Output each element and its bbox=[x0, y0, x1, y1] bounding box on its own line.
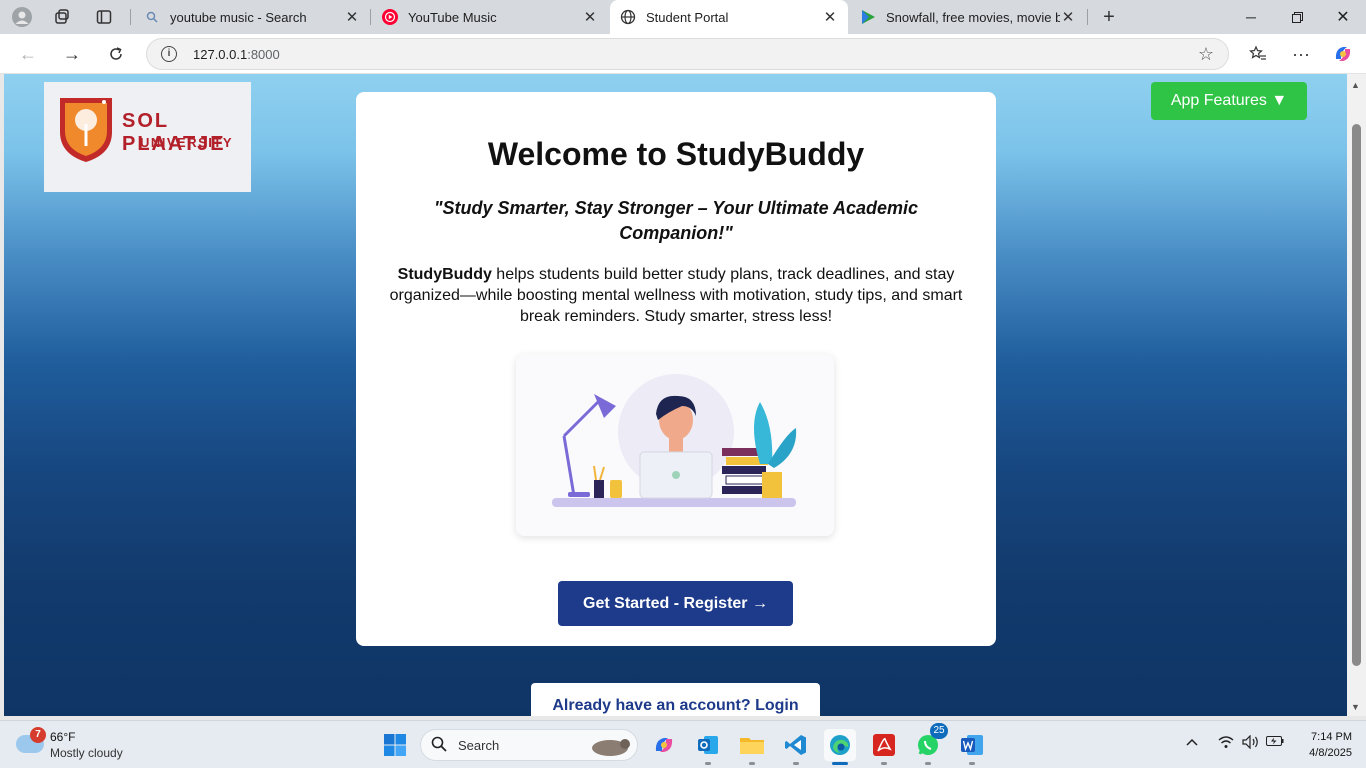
close-tab-icon[interactable]: ✕ bbox=[344, 8, 360, 26]
youtube-music-icon bbox=[382, 9, 398, 25]
logo-line2: UNIVERSITY bbox=[140, 135, 234, 150]
address-bar[interactable]: i 127.0.0.1:8000 ☆ bbox=[146, 38, 1229, 70]
file-explorer-icon[interactable] bbox=[736, 729, 768, 765]
running-indicator bbox=[793, 762, 799, 765]
running-indicator bbox=[705, 762, 711, 765]
favorites-icon[interactable] bbox=[1246, 42, 1270, 66]
search-highlight-icon bbox=[592, 739, 630, 756]
welcome-card: Welcome to StudyBuddy "Study Smarter, St… bbox=[356, 92, 996, 646]
tab-separator bbox=[370, 9, 371, 25]
tab-student-portal[interactable]: Student Portal ✕ bbox=[610, 0, 848, 34]
scroll-down-icon[interactable]: ▼ bbox=[1351, 702, 1360, 712]
running-indicator bbox=[925, 762, 931, 765]
running-indicator bbox=[969, 762, 975, 765]
tab-title: YouTube Music bbox=[408, 9, 497, 25]
show-hidden-icons-icon[interactable] bbox=[1186, 735, 1198, 750]
close-tab-icon[interactable]: ✕ bbox=[582, 8, 598, 26]
taskbar-search[interactable]: Search bbox=[420, 729, 638, 761]
login-link[interactable]: Already have an account? Login bbox=[531, 697, 820, 715]
get-started-register-button[interactable]: Get Started - Register → bbox=[558, 581, 793, 626]
tab-youtube-music-search[interactable]: youtube music - Search ✕ bbox=[134, 0, 370, 34]
search-label: Search bbox=[458, 738, 500, 753]
url-text: 127.0.0.1:8000 bbox=[193, 47, 280, 62]
profile-icon[interactable] bbox=[12, 7, 32, 27]
whatsapp-badge: 25 bbox=[930, 723, 948, 739]
tab-separator bbox=[130, 9, 131, 25]
copilot-icon[interactable] bbox=[1331, 42, 1355, 66]
new-tab-icon[interactable]: + bbox=[1099, 6, 1119, 28]
close-window-icon[interactable]: ✕ bbox=[1320, 0, 1366, 34]
shield-logo-icon bbox=[60, 98, 112, 162]
site-info-icon[interactable]: i bbox=[161, 46, 177, 62]
search-icon bbox=[431, 736, 447, 756]
running-indicator bbox=[749, 762, 755, 765]
page-scrollbar[interactable]: ▲ ▼ bbox=[1347, 74, 1366, 716]
volume-icon[interactable] bbox=[1242, 734, 1260, 752]
tab-strip: youtube music - Search ✕ YouTube Music ✕… bbox=[0, 0, 1366, 34]
close-tab-icon[interactable]: ✕ bbox=[1060, 8, 1076, 26]
wifi-icon[interactable] bbox=[1218, 735, 1234, 752]
page-title: Welcome to StudyBuddy bbox=[487, 136, 865, 172]
scroll-up-icon[interactable]: ▲ bbox=[1351, 80, 1360, 90]
tagline: "Study Smarter, Stay Stronger – Your Ult… bbox=[433, 198, 919, 243]
clock-time: 7:14 PM bbox=[1311, 731, 1352, 743]
weather-badge: 7 bbox=[30, 727, 46, 743]
vertical-tabs-icon[interactable] bbox=[94, 7, 114, 27]
weather-widget[interactable]: 7 66°F Mostly cloudy bbox=[16, 727, 166, 763]
forward-icon[interactable]: → bbox=[60, 42, 84, 66]
back-icon[interactable]: ← bbox=[16, 42, 40, 66]
description: StudyBuddy helps students build better s… bbox=[384, 264, 968, 327]
study-illustration bbox=[516, 354, 834, 536]
weather-condition: Mostly cloudy bbox=[50, 746, 123, 760]
tab-title: Snowfall, free movies, movie box, bbox=[886, 9, 1060, 25]
outlook-icon[interactable] bbox=[692, 729, 724, 765]
start-icon[interactable] bbox=[379, 729, 411, 761]
tab-title: Student Portal bbox=[646, 9, 729, 25]
tab-separator bbox=[1087, 9, 1088, 25]
login-panel: Already have an account? Login bbox=[531, 683, 820, 716]
reload-icon[interactable] bbox=[104, 42, 128, 66]
battery-icon[interactable] bbox=[1266, 735, 1284, 750]
temperature: 66°F bbox=[50, 730, 76, 744]
running-indicator bbox=[881, 762, 887, 765]
clock-date: 4/8/2025 bbox=[1309, 747, 1352, 759]
workspaces-icon[interactable] bbox=[52, 7, 72, 27]
active-indicator bbox=[832, 762, 848, 765]
system-clock[interactable]: 7:14 PM 4/8/2025 bbox=[1292, 729, 1352, 761]
restore-icon[interactable] bbox=[1274, 0, 1320, 34]
vscode-icon[interactable] bbox=[780, 729, 812, 765]
student-at-desk-illustration bbox=[552, 374, 797, 507]
url-port: :8000 bbox=[247, 47, 280, 62]
acrobat-icon[interactable] bbox=[868, 729, 900, 765]
whatsapp-icon[interactable]: 25 bbox=[912, 723, 948, 765]
play-icon bbox=[860, 9, 876, 25]
tab-snowfall[interactable]: Snowfall, free movies, movie box, ✕ bbox=[850, 0, 1086, 34]
scrollbar-thumb[interactable] bbox=[1352, 124, 1361, 666]
tab-youtube-music[interactable]: YouTube Music ✕ bbox=[372, 0, 608, 34]
more-menu-icon[interactable]: ··· bbox=[1289, 42, 1313, 66]
tab-title: youtube music - Search bbox=[170, 9, 307, 25]
close-tab-icon[interactable]: ✕ bbox=[822, 8, 838, 26]
description-brand: StudyBuddy bbox=[397, 266, 492, 283]
university-logo: SOL PLAATJE UNIVERSITY bbox=[44, 82, 251, 192]
taskbar: 7 66°F Mostly cloudy Search 25 7:14 PM 4… bbox=[0, 720, 1366, 768]
minimize-icon[interactable]: ─ bbox=[1228, 0, 1274, 34]
search-icon bbox=[144, 9, 160, 25]
browser-toolbar: ← → i 127.0.0.1:8000 ☆ ··· bbox=[0, 34, 1366, 74]
copilot-app-icon[interactable] bbox=[648, 729, 680, 761]
app-features-button[interactable]: App Features ▼ bbox=[1151, 82, 1307, 120]
url-host: 127.0.0.1 bbox=[193, 47, 248, 62]
page-viewport: SOL PLAATJE UNIVERSITY App Features ▼ We… bbox=[4, 74, 1347, 716]
word-icon[interactable] bbox=[956, 729, 988, 765]
favorite-star-icon[interactable]: ☆ bbox=[1198, 44, 1214, 65]
edge-icon[interactable] bbox=[824, 729, 856, 765]
globe-icon bbox=[620, 9, 636, 25]
